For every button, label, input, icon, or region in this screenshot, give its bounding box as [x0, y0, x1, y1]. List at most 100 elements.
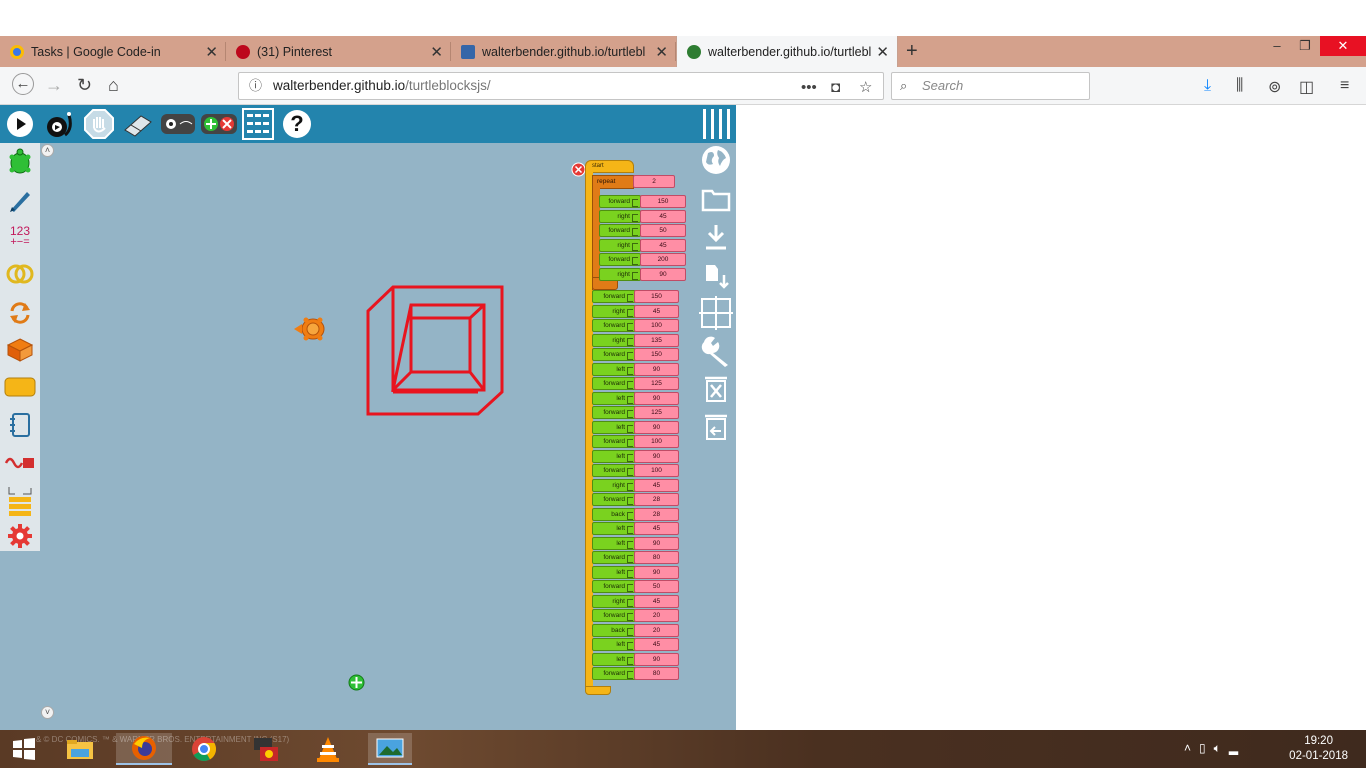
number-palette-button[interactable]: 123 +−=	[4, 221, 36, 251]
page-actions-icon[interactable]: •••	[801, 75, 817, 101]
right-block[interactable]: right	[592, 304, 636, 318]
library-icon[interactable]: ⫼	[1236, 77, 1243, 95]
load-plugin-button[interactable]	[698, 258, 734, 292]
action-palette-button[interactable]	[4, 372, 36, 402]
forward-block[interactable]: forward	[592, 290, 636, 303]
forward-block[interactable]: forward	[592, 435, 636, 448]
right-block[interactable]: right	[599, 209, 641, 223]
pen-palette-button[interactable]	[4, 185, 36, 215]
forward-block[interactable]: forward	[592, 464, 636, 477]
number-arg-block[interactable]: 45	[640, 238, 686, 252]
left-block[interactable]: left	[592, 536, 636, 550]
media-player-button[interactable]	[244, 733, 288, 765]
number-arg-block[interactable]: 45	[634, 304, 679, 318]
flow-palette-button[interactable]	[4, 298, 36, 328]
number-arg-block[interactable]: 200	[640, 253, 686, 266]
close-tab-icon[interactable]: ✕	[876, 43, 889, 61]
number-arg-block[interactable]: 125	[634, 406, 679, 419]
stop-button[interactable]	[82, 108, 116, 140]
close-tab-icon[interactable]: ✕	[205, 43, 218, 61]
volume-icon[interactable]: 🔈︎	[1214, 741, 1229, 755]
palette-grid-button[interactable]	[241, 108, 275, 140]
open-project-button[interactable]	[698, 182, 734, 216]
left-block[interactable]: left	[592, 638, 636, 651]
box-palette-button[interactable]	[4, 335, 36, 365]
forward-block[interactable]: forward	[599, 224, 641, 237]
number-arg-block[interactable]: 125	[634, 377, 679, 390]
number-arg-block[interactable]: 80	[634, 551, 679, 564]
number-arg-block[interactable]: 135	[634, 333, 679, 347]
chrome-taskbar-button[interactable]	[182, 733, 226, 765]
forward-block[interactable]: forward	[592, 406, 636, 419]
number-arg-block[interactable]: 90	[634, 565, 679, 579]
scroll-up-icon[interactable]: ˄	[41, 144, 54, 157]
left-block[interactable]: left	[592, 565, 636, 579]
repeat-block[interactable]: repeat	[592, 175, 634, 189]
system-tray[interactable]: ˄▯🔈︎▂	[1184, 741, 1246, 756]
tab-google-codein[interactable]: Tasks | Google Code-in ✕	[0, 36, 226, 67]
number-arg-block[interactable]: 150	[640, 195, 686, 208]
page-info-icon[interactable]: ⓘ	[249, 73, 262, 99]
repeat-count[interactable]: 2	[633, 175, 675, 188]
number-arg-block[interactable]: 90	[634, 420, 679, 434]
language-button[interactable]	[698, 143, 734, 177]
home-icon[interactable]: ⌂	[108, 75, 119, 96]
right-block[interactable]: right	[592, 478, 636, 492]
forward-block[interactable]: forward	[592, 377, 636, 390]
close-tab-icon[interactable]: ✕	[430, 43, 443, 61]
clean-button[interactable]	[120, 108, 156, 140]
media-palette-button[interactable]	[4, 410, 36, 440]
left-block[interactable]: left	[592, 362, 636, 376]
forward-block[interactable]: forward	[599, 195, 641, 208]
sidebar-icon[interactable]: ◫	[1299, 77, 1314, 97]
number-arg-block[interactable]: 28	[634, 493, 679, 506]
firefox-taskbar-button[interactable]	[116, 733, 172, 765]
minimize-button[interactable]: –	[1262, 36, 1292, 56]
forward-block[interactable]: forward	[592, 551, 636, 564]
left-block[interactable]: left	[592, 652, 636, 666]
sync-icon[interactable]: ⊚	[1268, 77, 1281, 97]
number-arg-block[interactable]: 45	[634, 478, 679, 492]
tab-turtleblocks-active[interactable]: walterbender.github.io/turtlebl ✕	[676, 36, 898, 67]
device-icon[interactable]: ▯	[1199, 741, 1214, 755]
back-block[interactable]: back	[592, 623, 636, 637]
close-tab-icon[interactable]: ✕	[655, 43, 668, 61]
number-arg-block[interactable]: 45	[634, 594, 679, 608]
photos-taskbar-button[interactable]	[368, 733, 412, 765]
forward-block[interactable]: forward	[599, 253, 641, 266]
number-arg-block[interactable]: 50	[640, 224, 686, 237]
cartesian-grid-button[interactable]	[698, 296, 734, 330]
show-hidden-icons-icon[interactable]: ˄	[1184, 741, 1199, 755]
number-arg-block[interactable]: 100	[634, 464, 679, 477]
number-arg-block[interactable]: 90	[634, 362, 679, 376]
left-block[interactable]: left	[592, 449, 636, 463]
sensors-palette-button[interactable]	[4, 448, 36, 478]
forward-block[interactable]: forward	[592, 493, 636, 506]
number-arg-block[interactable]: 90	[640, 267, 686, 281]
number-arg-block[interactable]: 150	[634, 290, 679, 303]
number-arg-block[interactable]: 45	[634, 522, 679, 535]
forward-icon[interactable]: →	[45, 75, 63, 96]
extras-palette-button[interactable]	[4, 486, 36, 516]
number-arg-block[interactable]: 45	[634, 638, 679, 651]
start-button[interactable]	[2, 733, 46, 765]
forward-block[interactable]: forward	[592, 609, 636, 622]
right-block[interactable]: right	[592, 594, 636, 608]
back-block[interactable]: back	[592, 507, 636, 521]
number-arg-block[interactable]: 80	[634, 667, 679, 680]
window-close-button[interactable]: ✕	[1320, 36, 1366, 56]
number-arg-block[interactable]: 90	[634, 536, 679, 550]
search-input[interactable]: ⌕ Search	[891, 72, 1090, 100]
number-arg-block[interactable]: 90	[634, 449, 679, 463]
run-fast-button[interactable]	[5, 108, 35, 140]
number-arg-block[interactable]: 100	[634, 319, 679, 332]
collapse-expand-button[interactable]	[199, 108, 239, 140]
turtle-palette-button[interactable]	[4, 147, 36, 177]
pocket-icon[interactable]: ◘	[831, 75, 840, 101]
forward-block[interactable]: forward	[592, 348, 636, 361]
menu-icon[interactable]: ≡	[1340, 77, 1349, 95]
network-icon[interactable]: ▂	[1229, 741, 1246, 755]
vlc-taskbar-button[interactable]	[306, 733, 350, 765]
scroll-down-icon[interactable]: ˅	[41, 706, 54, 719]
turtle-canvas[interactable]: ? 123 +−= ˄ ˅ start repeat 2 forward 150…	[0, 105, 736, 730]
